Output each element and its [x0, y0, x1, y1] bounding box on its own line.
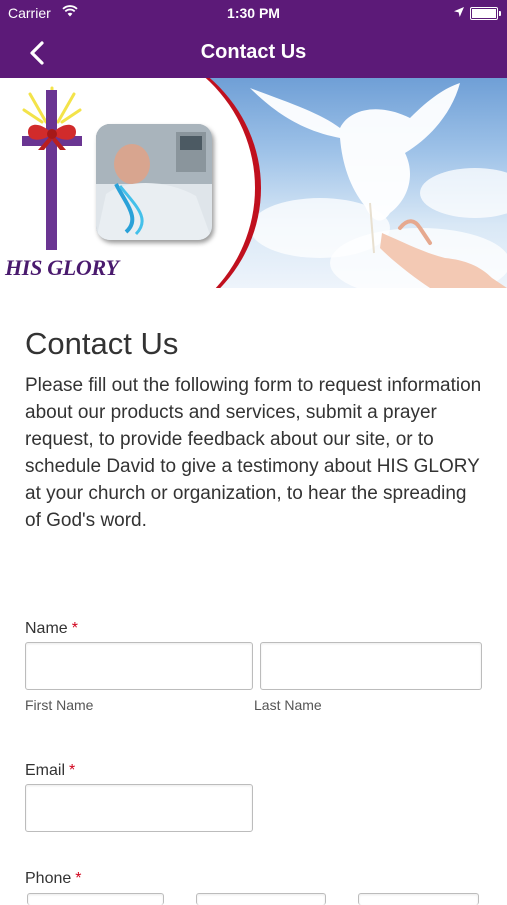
nav-title: Contact Us — [200, 41, 307, 63]
last-name-sublabel: Last Name — [254, 697, 322, 713]
name-label: Name * — [25, 620, 78, 638]
ribbon-bow-icon — [28, 124, 76, 150]
battery-icon — [470, 7, 501, 20]
dove-icon — [250, 83, 507, 288]
clock: 1:30 PM — [227, 5, 280, 21]
phone-label: Phone * — [25, 870, 82, 888]
header-banner-image: HIS GLORY — [0, 78, 507, 288]
first-name-sublabel: First Name — [25, 697, 94, 713]
phone-label-text: Phone — [25, 870, 72, 887]
last-name-input[interactable] — [260, 642, 482, 690]
required-marker: * — [71, 620, 78, 637]
hospital-photo — [96, 124, 212, 240]
name-label-text: Name — [25, 620, 68, 637]
email-input[interactable] — [25, 784, 253, 832]
required-marker: * — [69, 762, 76, 779]
cross-icon — [46, 90, 57, 250]
page-title: Contact Us — [25, 326, 179, 361]
logo-text: HIS GLORY — [5, 255, 119, 280]
phone-area-code-input[interactable] — [27, 893, 164, 905]
intro-text: Please fill out the following form to re… — [25, 375, 482, 531]
location-arrow-icon — [453, 5, 465, 21]
phone-line-input[interactable] — [358, 893, 479, 905]
email-label: Email * — [25, 762, 75, 780]
phone-prefix-input[interactable] — [196, 893, 326, 905]
status-bar: Carrier 1:30 PM — [0, 0, 507, 28]
first-name-input[interactable] — [25, 642, 253, 690]
required-marker: * — [75, 870, 82, 887]
nav-bar: Contact Us — [0, 28, 507, 78]
email-label-text: Email — [25, 762, 66, 779]
